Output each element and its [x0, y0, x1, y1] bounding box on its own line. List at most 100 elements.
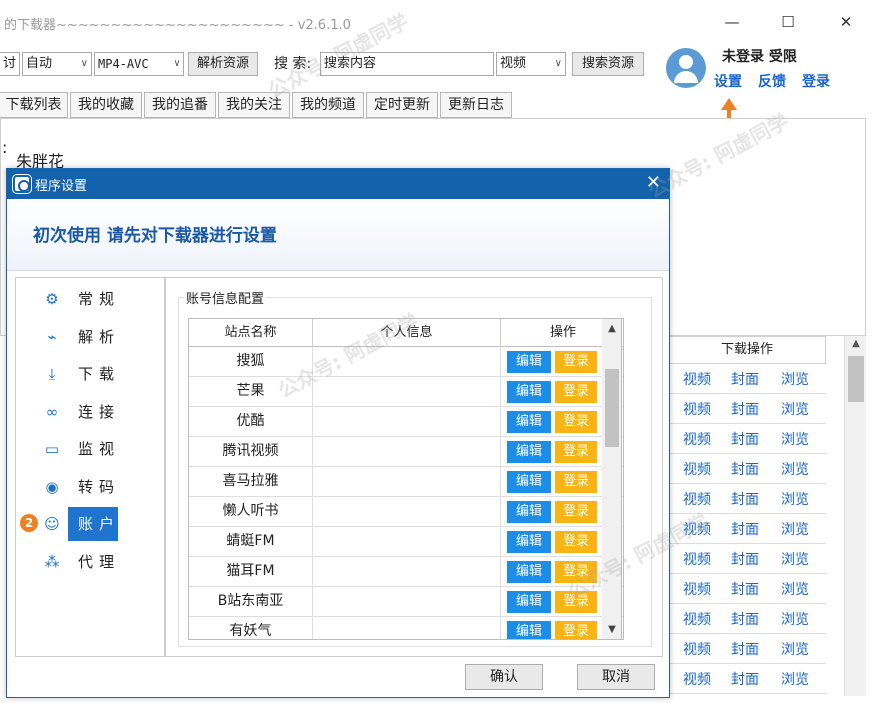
dialog-title: 程序设置	[35, 179, 88, 194]
login-button[interactable]: 登录	[555, 471, 597, 493]
video-link[interactable]: 视频	[683, 489, 711, 509]
tab-download-list[interactable]: 下载列表	[0, 92, 68, 118]
format-select[interactable]: MP4-AVC ∨	[94, 52, 184, 76]
nav-item-monitor[interactable]: ▭ 监视	[16, 432, 164, 466]
video-link[interactable]: 视频	[683, 549, 711, 569]
login-link[interactable]: 登录	[802, 71, 830, 91]
tab-scheduled-update[interactable]: 定时更新	[366, 92, 438, 118]
cover-link[interactable]: 封面	[731, 669, 759, 689]
account-table-scrollbar[interactable]: ▲ ▼	[602, 318, 622, 640]
browse-link[interactable]: 浏览	[781, 669, 809, 689]
browse-link[interactable]: 浏览	[781, 429, 809, 449]
confirm-button[interactable]: 确认	[465, 664, 543, 690]
avatar[interactable]	[666, 48, 706, 88]
nav-item-download[interactable]: ⤓ 下载	[16, 357, 164, 391]
cover-link[interactable]: 封面	[731, 579, 759, 599]
close-button[interactable]: ✕	[834, 10, 858, 34]
nav-item-user[interactable]: ☺ 账户	[16, 507, 164, 541]
cover-link[interactable]: 封面	[731, 399, 759, 419]
dialog-close-button[interactable]: ✕	[646, 172, 661, 194]
personal-info-cell	[313, 467, 501, 497]
scroll-up-icon[interactable]: ▲	[602, 323, 622, 334]
feedback-link[interactable]: 反馈	[758, 71, 786, 91]
monitor-icon: ▭	[44, 440, 60, 458]
tab-following-series[interactable]: 我的追番	[144, 92, 216, 118]
table-row: 腾讯视频 编辑 登录	[189, 437, 623, 467]
browse-link[interactable]: 浏览	[781, 579, 809, 599]
browse-link[interactable]: 浏览	[781, 609, 809, 629]
video-link[interactable]: 视频	[683, 669, 711, 689]
video-link[interactable]: 视频	[683, 399, 711, 419]
cover-link[interactable]: 封面	[731, 369, 759, 389]
search-input[interactable]: 搜索内容	[320, 52, 494, 76]
scroll-up-icon[interactable]: ▲	[845, 338, 867, 349]
login-button[interactable]: 登录	[555, 561, 597, 583]
video-link[interactable]: 视频	[683, 519, 711, 539]
tab-channels[interactable]: 我的频道	[292, 92, 364, 118]
minimize-button[interactable]: —	[720, 10, 744, 34]
edit-button[interactable]: 编辑	[507, 531, 551, 553]
main-scrollbar[interactable]: ▲	[844, 336, 866, 696]
edit-button[interactable]: 编辑	[507, 381, 551, 403]
cover-link[interactable]: 封面	[731, 519, 759, 539]
scroll-thumb[interactable]	[848, 356, 864, 402]
video-link[interactable]: 视频	[683, 609, 711, 629]
cover-link[interactable]: 封面	[731, 549, 759, 569]
mode-select[interactable]: 自动 ∨	[22, 52, 92, 76]
scroll-thumb[interactable]	[605, 369, 619, 447]
edit-button[interactable]: 编辑	[507, 441, 551, 463]
video-link[interactable]: 视频	[683, 639, 711, 659]
login-button[interactable]: 登录	[555, 441, 597, 463]
edit-button[interactable]: 编辑	[507, 501, 551, 523]
browse-link[interactable]: 浏览	[781, 639, 809, 659]
personal-info-cell	[313, 407, 501, 437]
toolbar-left-fragment[interactable]: 讨	[0, 52, 20, 76]
cover-link[interactable]: 封面	[731, 489, 759, 509]
login-button[interactable]: 登录	[555, 621, 597, 639]
video-link[interactable]: 视频	[683, 429, 711, 449]
edit-button[interactable]: 编辑	[507, 591, 551, 613]
video-link[interactable]: 视频	[683, 459, 711, 479]
nav-item-convert[interactable]: ◉ 转码	[16, 470, 164, 504]
nav-item-chart[interactable]: ⌁ 解析	[16, 320, 164, 354]
browse-link[interactable]: 浏览	[781, 549, 809, 569]
video-link[interactable]: 视频	[683, 369, 711, 389]
browse-link[interactable]: 浏览	[781, 489, 809, 509]
scroll-down-icon[interactable]: ▼	[602, 624, 622, 635]
browse-link[interactable]: 浏览	[781, 459, 809, 479]
edit-button[interactable]: 编辑	[507, 561, 551, 583]
login-button[interactable]: 登录	[555, 411, 597, 433]
settings-link[interactable]: 设置	[714, 71, 742, 91]
parse-resource-button[interactable]: 解析资源	[188, 52, 258, 76]
nav-item-link[interactable]: ∞ 连接	[16, 395, 164, 429]
browse-link[interactable]: 浏览	[781, 369, 809, 389]
cover-link[interactable]: 封面	[731, 429, 759, 449]
cover-link[interactable]: 封面	[731, 609, 759, 629]
login-status: 未登录 受限	[722, 49, 797, 65]
login-button[interactable]: 登录	[555, 591, 597, 613]
search-resource-button[interactable]: 搜索资源	[572, 52, 644, 76]
login-button[interactable]: 登录	[555, 381, 597, 403]
download-row: 视频 封面 浏览	[668, 544, 826, 574]
cancel-button[interactable]: 取消	[577, 664, 655, 690]
edit-button[interactable]: 编辑	[507, 351, 551, 373]
login-button[interactable]: 登录	[555, 531, 597, 553]
edit-button[interactable]: 编辑	[507, 411, 551, 433]
nav-item-monitor-settings[interactable]: ⚙ 常规	[16, 282, 164, 316]
edit-button[interactable]: 编辑	[507, 471, 551, 493]
type-select[interactable]: 视频 ∨	[496, 52, 566, 76]
cover-link[interactable]: 封面	[731, 639, 759, 659]
tab-favorites[interactable]: 我的收藏	[70, 92, 142, 118]
maximize-button[interactable]: ☐	[776, 10, 800, 34]
browse-link[interactable]: 浏览	[781, 519, 809, 539]
browse-link[interactable]: 浏览	[781, 399, 809, 419]
video-link[interactable]: 视频	[683, 579, 711, 599]
edit-button[interactable]: 编辑	[507, 621, 551, 639]
nav-item-network[interactable]: ⁂ 代理	[16, 545, 164, 579]
cover-link[interactable]: 封面	[731, 459, 759, 479]
tab-subscriptions[interactable]: 我的关注	[218, 92, 290, 118]
settings-nav: ⚙ 常规 ⌁ 解析 ⤓ 下载 ∞ 连接 ▭ 监视 ◉ 转码 ☺ 账户 ⁂ 代理	[15, 277, 165, 657]
tab-changelog[interactable]: 更新日志	[440, 92, 512, 118]
login-button[interactable]: 登录	[555, 501, 597, 523]
login-button[interactable]: 登录	[555, 351, 597, 373]
